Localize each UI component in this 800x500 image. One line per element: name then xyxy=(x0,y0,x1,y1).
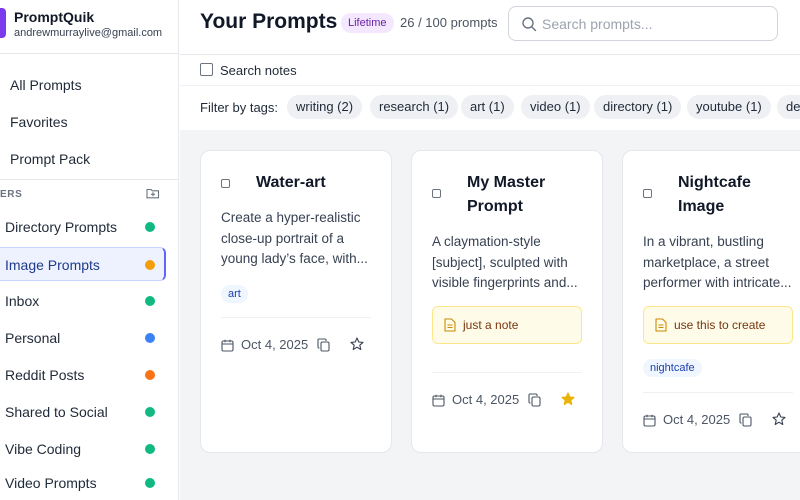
folder-label: Personal xyxy=(5,330,61,346)
usage-count: 26 / 100 prompts xyxy=(400,15,498,30)
folder-label: Reddit Posts xyxy=(5,367,85,383)
card-date: Oct 4, 2025 xyxy=(241,337,309,352)
card-title: Nightcafe Image xyxy=(678,174,751,215)
folder-label: Image Prompts xyxy=(5,257,100,273)
folder-image-prompts[interactable]: Image Prompts xyxy=(0,247,166,281)
card-date: Oct 4, 2025 xyxy=(452,392,520,407)
folder-label: Inbox xyxy=(5,293,40,309)
star-icon[interactable] xyxy=(772,412,786,426)
folder-color-dot xyxy=(145,370,155,380)
tag-filter-chip[interactable]: art (1) xyxy=(461,95,514,119)
card-select-checkbox[interactable] xyxy=(643,189,652,198)
note-icon xyxy=(444,318,456,332)
folder-color-dot xyxy=(145,407,155,417)
note-text: just a note xyxy=(463,318,519,332)
folder-reddit-posts[interactable]: Reddit Posts xyxy=(0,358,166,392)
card-select-checkbox[interactable] xyxy=(221,179,230,188)
card-title: My Master Prompt xyxy=(467,174,546,215)
folder-label: Directory Prompts xyxy=(5,219,118,235)
card-select-checkbox[interactable] xyxy=(432,189,441,198)
folder-color-dot xyxy=(145,296,155,306)
page-title: Your Prompts xyxy=(200,10,338,33)
search-input[interactable] xyxy=(542,7,772,40)
star-icon[interactable] xyxy=(350,337,364,351)
copy-icon[interactable] xyxy=(739,413,752,427)
folder-color-dot xyxy=(145,222,155,232)
search-notes-checkbox[interactable] xyxy=(200,63,213,76)
card-note: just a note xyxy=(432,306,582,344)
tag-filter-chip[interactable]: youtube (1) xyxy=(687,95,771,119)
sidebar: PromptQuik andrewmurraylive@gmail.com Al… xyxy=(0,0,179,500)
folder-color-dot xyxy=(145,333,155,343)
folder-color-dot xyxy=(145,444,155,454)
folder-vibe-coding[interactable]: Vibe Coding xyxy=(0,432,166,466)
nav-favorites[interactable]: Favorites xyxy=(10,114,68,130)
calendar-icon xyxy=(643,414,656,427)
folder-personal[interactable]: Personal xyxy=(0,321,166,355)
folder-video-prompts[interactable]: Video Prompts xyxy=(0,466,166,500)
prompt-card[interactable]: Nightcafe Image In a vibrant, bustling m… xyxy=(622,150,800,453)
prompt-card[interactable]: Water-art Create a hyper-realistic close… xyxy=(200,150,392,453)
tag-filter-chip[interactable]: de xyxy=(777,95,800,119)
folder-label: Vibe Coding xyxy=(5,441,82,457)
card-title: Water-art xyxy=(256,174,326,191)
user-email: andrewmurraylive@gmail.com xyxy=(14,27,163,39)
card-date: Oct 4, 2025 xyxy=(663,412,731,427)
folders-header: ERS xyxy=(0,189,23,200)
add-folder-icon[interactable] xyxy=(146,187,160,199)
folder-directory-prompts[interactable]: Directory Prompts xyxy=(0,210,166,244)
copy-icon[interactable] xyxy=(528,393,541,407)
note-icon xyxy=(655,318,667,332)
folder-label: Shared to Social xyxy=(5,404,108,420)
divider xyxy=(432,372,582,373)
note-text: use this to create xyxy=(674,318,766,332)
divider xyxy=(180,54,800,55)
tag-filter-chip[interactable]: directory (1) xyxy=(594,95,682,119)
tags-filter-label: Filter by tags: xyxy=(200,100,279,115)
card-note: use this to create xyxy=(643,306,793,344)
card-body: A claymation-style [subject], sculpted w… xyxy=(432,234,578,290)
folder-label: Video Prompts xyxy=(5,475,97,491)
card-tag[interactable]: nightcafe xyxy=(643,359,702,377)
folder-inbox[interactable]: Inbox xyxy=(0,284,166,318)
search-notes-label[interactable]: Search notes xyxy=(220,63,297,78)
app-name: PromptQuik xyxy=(14,9,95,25)
plan-badge: Lifetime xyxy=(341,13,394,33)
divider xyxy=(180,85,800,86)
logo-icon xyxy=(0,8,6,38)
search-icon xyxy=(522,17,537,32)
nav-prompt-pack[interactable]: Prompt Pack xyxy=(10,151,90,167)
prompt-grid: Water-art Create a hyper-realistic close… xyxy=(180,130,800,500)
brand-header: PromptQuik andrewmurraylive@gmail.com xyxy=(0,0,178,54)
tag-filter-chip[interactable]: research (1) xyxy=(370,95,459,119)
prompt-card[interactable]: My Master Prompt A claymation-style [sub… xyxy=(411,150,603,453)
folder-shared-to-social[interactable]: Shared to Social xyxy=(0,395,166,429)
folder-color-dot xyxy=(145,260,155,270)
copy-icon[interactable] xyxy=(317,338,330,352)
card-body: Create a hyper-realistic close-up portra… xyxy=(221,210,368,266)
card-tag[interactable]: art xyxy=(221,285,248,303)
tag-filter-chip[interactable]: writing (2) xyxy=(287,95,363,119)
star-filled-icon[interactable] xyxy=(561,392,575,406)
tag-filter-chip[interactable]: video (1) xyxy=(521,95,590,119)
nav-all-prompts[interactable]: All Prompts xyxy=(10,77,82,93)
search-box[interactable] xyxy=(508,6,778,41)
card-body: In a vibrant, bustling marketplace, a st… xyxy=(643,234,792,290)
divider xyxy=(0,179,178,180)
divider xyxy=(221,317,371,318)
folder-color-dot xyxy=(145,478,155,488)
calendar-icon xyxy=(221,339,234,352)
calendar-icon xyxy=(432,394,445,407)
divider xyxy=(643,392,793,393)
